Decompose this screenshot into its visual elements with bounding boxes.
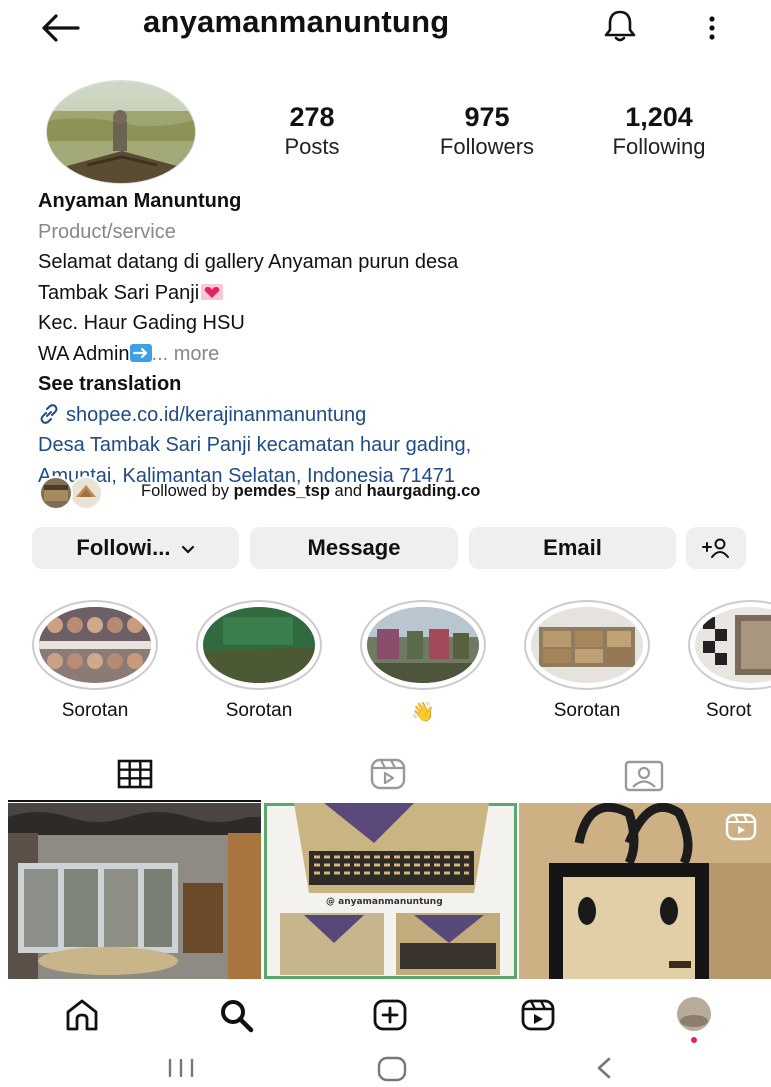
chevron-down-icon [181,545,194,554]
system-navigation-bar [0,1045,771,1087]
tagged-tab-icon[interactable] [622,756,666,794]
bio-line-4: WA Admin... more [38,342,220,365]
stat-followers[interactable]: 975 Followers [420,102,554,162]
stat-following[interactable]: 1,204 Following [592,102,726,162]
add-user-button[interactable] [686,527,746,569]
followed-by-text: Followed by pemdes_tsp and haurgading.co [141,482,481,500]
highlight-2-label: Sorotan [225,700,293,721]
highlight-4-cover [531,607,643,683]
followers-count: 975 [464,102,510,132]
highlight-1-cover [39,607,151,683]
bottom-navigation [0,990,771,1043]
following-label: Following [612,134,706,159]
post-thumbnail-3[interactable] [519,803,771,979]
profile-tabs [0,752,771,800]
active-tab-indicator [8,800,261,802]
see-translation-link[interactable]: See translation [38,369,758,400]
profile-bio: Anyaman Manuntung Product/service Selama… [38,186,758,491]
profile-avatar[interactable] [46,80,196,184]
search-icon[interactable] [218,998,256,1034]
profile-nav[interactable] [668,994,720,1046]
add-person-icon [702,538,729,558]
create-post-icon[interactable] [372,998,408,1032]
bio-line-3: Kec. Haur Gading HSU [38,312,245,334]
profile-nav-avatar [677,997,711,1043]
post-thumbnail-1[interactable] [8,803,261,979]
highlight-2-cover [203,607,315,683]
posts-label: Posts [284,134,340,159]
link-icon [40,403,58,424]
post-2-image: @ anyamanmanuntung [264,803,517,979]
home-icon[interactable] [64,998,100,1032]
post-thumbnail-2[interactable]: @ anyamanmanuntung [264,803,517,979]
profile-name: Anyaman Manuntung [38,190,242,212]
system-back-icon[interactable] [592,1055,616,1081]
mutual-user-1[interactable]: pemdes_tsp [234,482,330,500]
post-1-image [8,803,261,979]
followed-by-row[interactable]: Followed by pemdes_tsp and haurgading.co [38,475,758,511]
website-link[interactable]: shopee.co.id/kerajinanmanuntung [38,400,758,431]
bio-line-2: Tambak Sari Panji [38,278,758,309]
posts-count: 278 [289,102,335,132]
right-arrow-emoji-icon [129,343,152,362]
back-arrow-icon[interactable] [38,8,82,48]
notification-dot [691,1037,697,1043]
email-button[interactable]: Email [469,527,676,569]
more-link[interactable]: ... more [152,343,220,365]
mutual-avatars [39,476,103,510]
post-2-watermark: @ anyamanmanuntung [326,897,443,907]
highlight-1[interactable]: Sorotan [32,600,158,722]
stat-posts[interactable]: 278 Posts [262,102,362,162]
more-vertical-icon[interactable] [700,8,724,48]
highlight-3-cover [367,607,479,683]
address-line-1[interactable]: Desa Tambak Sari Panji kecamatan haur ga… [38,430,758,461]
home-button-icon[interactable] [375,1055,409,1083]
bio-line-1: Selamat datang di gallery Anyaman purun … [38,251,459,273]
highlight-4[interactable]: Sorotan [524,600,650,722]
mutual-user-2[interactable]: haurgading.co [367,482,481,500]
reels-icon[interactable] [520,998,556,1032]
highlight-5-cover [695,607,771,683]
following-count: 1,204 [625,102,693,132]
message-button[interactable]: Message [250,527,458,569]
top-bar: anyamanmanuntung [0,0,771,60]
highlight-4-label: Sorotan [553,700,621,721]
profile-category: Product/service [38,220,176,243]
profile-username: anyamanmanuntung [143,4,450,39]
recent-apps-icon[interactable] [164,1057,198,1079]
bell-icon[interactable] [602,8,638,44]
reels-tab-icon[interactable] [368,756,408,792]
highlight-2[interactable]: Sorotan [196,600,322,722]
avatar-photo [47,81,195,183]
highlight-5-label: Sorot [706,700,752,721]
followers-label: Followers [439,134,535,159]
highlight-1-label: Sorotan [61,700,129,721]
grid-tab-icon[interactable] [116,758,154,790]
following-button[interactable]: Followi... [32,527,239,569]
reel-badge-icon [725,813,757,841]
pink-heart-icon [201,283,224,300]
highlight-3[interactable]: 👋 [360,600,486,724]
highlight-3-label: 👋 [411,702,435,723]
highlight-5[interactable]: Sorot [688,600,771,722]
